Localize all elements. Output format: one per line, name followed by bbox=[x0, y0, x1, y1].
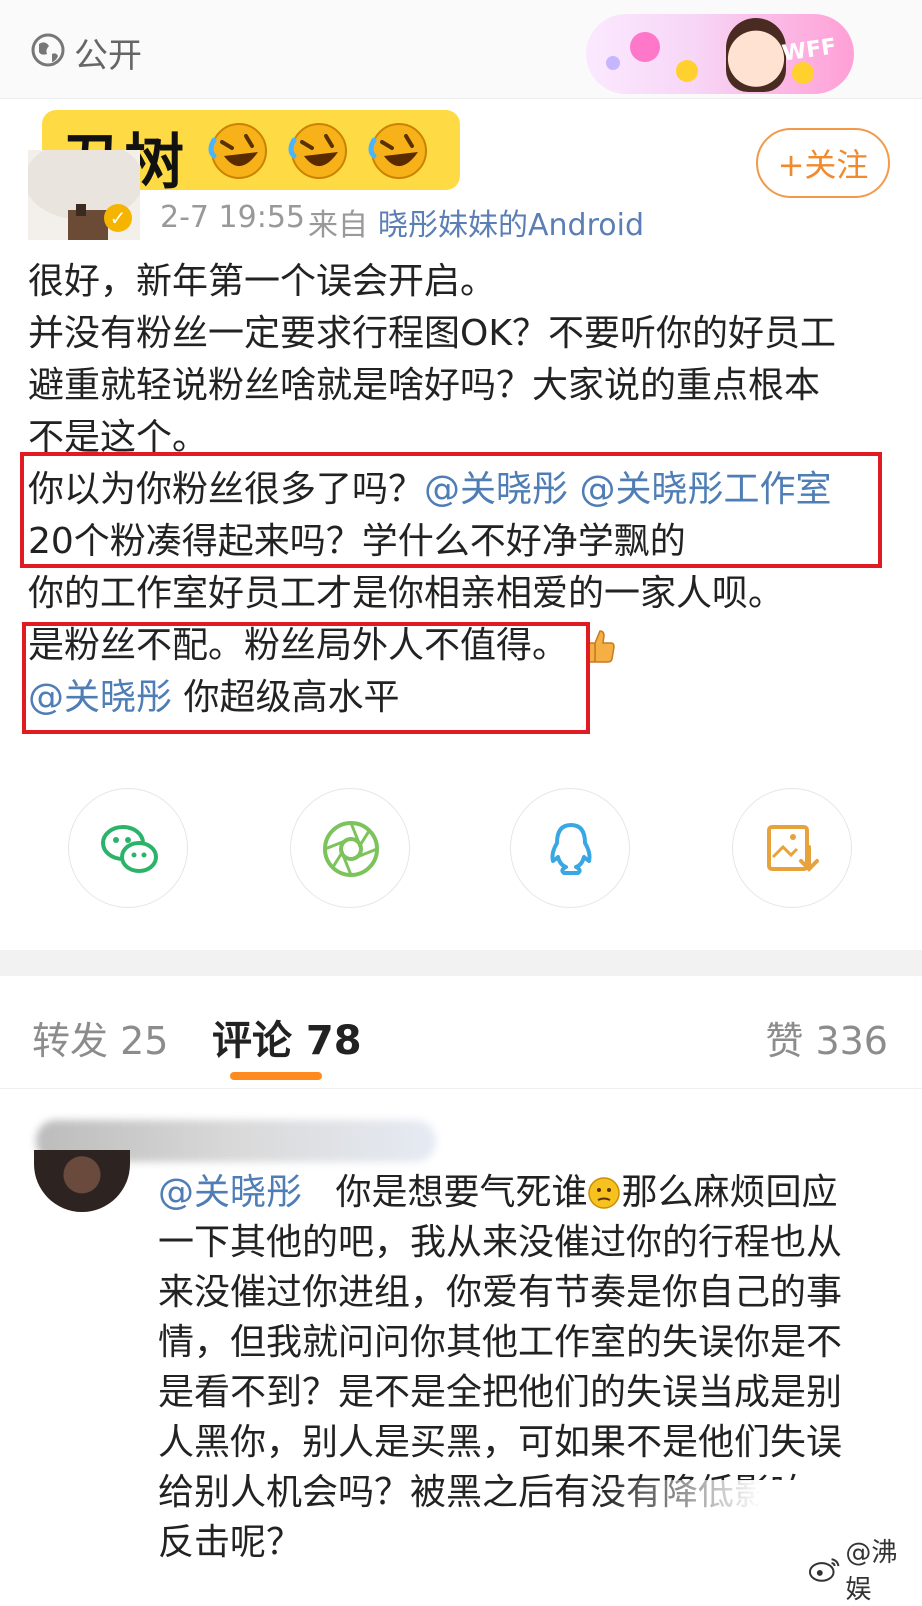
watermark: @沸娱 bbox=[808, 1532, 922, 1606]
post-source-prefix: 来自 bbox=[308, 208, 368, 243]
thinking-emoji-icon bbox=[588, 1177, 621, 1209]
qq-icon bbox=[550, 823, 592, 875]
tab-likes[interactable]: 赞 336 bbox=[765, 1010, 888, 1065]
share-moments-button[interactable] bbox=[290, 788, 410, 908]
tab-reposts[interactable]: 转发 25 bbox=[32, 1010, 168, 1065]
edge-fade bbox=[600, 1480, 922, 1520]
save-image-icon bbox=[767, 825, 819, 872]
rofl-emoji-icon bbox=[208, 123, 267, 179]
comment-text-line: @关晓彤 你是想要气死谁 那么麻烦回应 bbox=[158, 1168, 838, 1218]
save-image-button[interactable] bbox=[732, 788, 852, 908]
post-text-line: 你的工作室好员工才是你相亲相爱的一家人呗。 bbox=[28, 573, 785, 614]
follow-button[interactable]: +关注 bbox=[756, 128, 890, 198]
weibo-logo-icon bbox=[808, 1558, 840, 1582]
tab-divider bbox=[0, 1088, 922, 1089]
top-bar: 公开 WFF bbox=[0, 0, 922, 99]
comment-text-segment: 那么麻烦回应 bbox=[621, 1172, 838, 1213]
post-timestamp: 2-7 19:55 bbox=[160, 200, 305, 235]
comment-text-line: 情，但我就问问你其他工作室的失误你是不 bbox=[158, 1322, 843, 1363]
section-divider bbox=[0, 950, 922, 976]
share-wechat-button[interactable] bbox=[68, 788, 188, 908]
rofl-emoji-icon bbox=[368, 123, 427, 179]
banner-portrait bbox=[726, 18, 786, 92]
promo-banner[interactable]: WFF bbox=[586, 14, 854, 94]
banner-badge: WFF bbox=[780, 34, 838, 67]
comment-text-line: 来没催过你进组，你爱有节奏是你自己的事 bbox=[158, 1272, 843, 1313]
post-source-device[interactable]: 晓彤妹妹的Android bbox=[378, 200, 644, 244]
comment-text-line: 一下其他的吧，我从来没催过你的行程也从 bbox=[158, 1222, 843, 1263]
verified-badge-icon: ✓ bbox=[104, 204, 132, 232]
share-qq-button[interactable] bbox=[510, 788, 630, 908]
comment-text-line: 人黑你，别人是买黑，可如果不是他们失误 bbox=[158, 1422, 843, 1463]
moments-icon bbox=[323, 821, 379, 877]
mention-link[interactable]: @关晓彤 bbox=[158, 1172, 302, 1213]
highlight-box bbox=[20, 452, 882, 568]
wechat-icon bbox=[101, 825, 158, 873]
active-tab-indicator bbox=[230, 1072, 322, 1080]
globe-icon bbox=[31, 33, 65, 67]
post-text-line: 并没有粉丝一定要求行程图OK？不要听你的好员工 bbox=[28, 313, 836, 354]
post-text-line: 很好，新年第一个误会开启。 bbox=[28, 261, 497, 302]
rofl-emoji-icon bbox=[288, 123, 347, 179]
comment-text-line: 是看不到？是不是全把他们的失误当成是别 bbox=[158, 1372, 843, 1413]
commenter-avatar[interactable] bbox=[34, 1150, 130, 1212]
tab-comments[interactable]: 评论 78 bbox=[212, 1008, 362, 1066]
post-text-line: 避重就轻说粉丝啥就是啥好吗？大家说的重点根本 bbox=[28, 365, 821, 406]
visibility-label[interactable]: 公开 bbox=[74, 28, 142, 77]
comment-text-line: 反击呢？ bbox=[158, 1522, 303, 1563]
highlight-box bbox=[22, 622, 590, 734]
watermark-text: @沸娱 bbox=[845, 1538, 898, 1605]
comment-text-segment: 你是想要气死谁 bbox=[335, 1172, 588, 1213]
